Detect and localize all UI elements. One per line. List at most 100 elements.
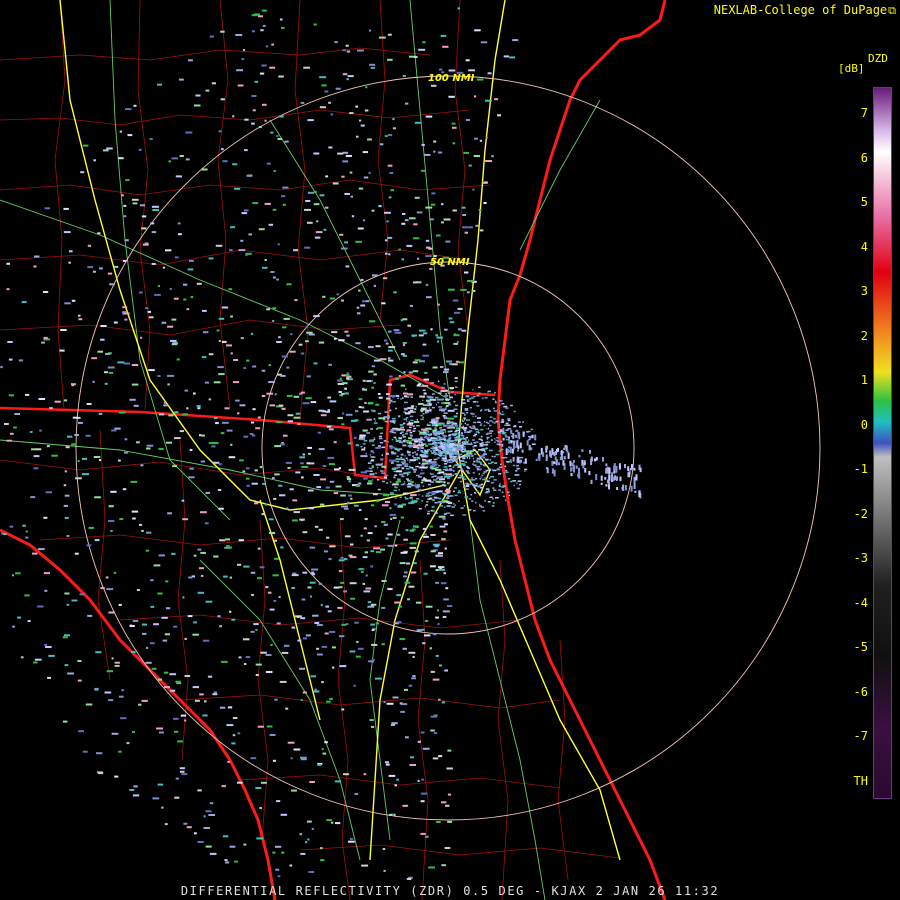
echo-pixel [99,267,103,270]
echo-pixel [197,548,202,551]
echo-pixel [397,466,401,469]
echo-pixel [444,458,447,461]
echo-pixel [326,536,330,539]
echo-pixel [388,346,396,349]
echo-pixel [438,755,443,758]
echo-pixel [396,778,399,781]
echo-pixel [434,502,437,504]
echo-pixel [390,492,394,494]
echo-pixel [274,539,277,542]
echo-pixel [371,444,375,446]
echo-pixel [326,425,332,428]
echo-pixel [427,449,431,451]
echo-pixel [410,405,415,408]
echo-pixel [405,417,409,419]
echo-pixel [201,356,207,359]
echo-pixel [33,467,39,470]
echo-pixel [461,433,464,435]
echo-pixel [449,421,454,424]
echo-pixel [38,548,45,551]
echo-pixel [369,460,371,463]
echo-pixel [449,469,453,472]
echo-pixel [403,392,408,395]
echo-pixel [251,95,257,97]
echo-pixel [356,306,360,309]
echo-pixel [325,486,330,489]
echo-pixel [34,658,42,661]
echo-pixel [495,420,498,423]
echo-pixel [276,341,282,343]
echo-pixel [435,417,440,420]
echo-pixel [454,442,456,444]
echo-pixel [493,479,497,481]
echo-pixel [349,171,353,174]
echo-pixel [181,773,188,776]
echo-pixel [455,430,457,432]
echo-pixel [477,392,481,395]
echo-pixel [43,572,50,575]
echo-pixel [443,475,451,478]
echo-pixel [363,410,369,413]
credit-link[interactable]: NEXLAB-College of DuPage⧉ [714,3,896,18]
echo-pixel [189,449,193,451]
echo-pixel [492,498,494,500]
echo-pixel [6,439,12,442]
echo-pixel [429,218,434,221]
echo-pixel [385,252,388,255]
echo-pixel [213,381,221,384]
echo-pixel [462,402,466,404]
echo-pixel [396,460,400,463]
echo-pixel [464,427,467,429]
echo-pixel [367,138,372,141]
echo-pixel [129,789,135,791]
echo-pixel [253,623,259,626]
echo-pixel [401,458,405,461]
echo-pixel [307,119,314,122]
echo-pixel [410,494,417,497]
echo-pixel [254,469,258,472]
echo-pixel [250,757,257,760]
echo-pixel [583,462,586,466]
echo-pixel [341,423,345,426]
echo-pixel [318,409,325,412]
echo-pixel [431,476,434,478]
echo-pixel [364,109,369,112]
echo-pixel [324,206,329,209]
echo-pixel [412,675,416,677]
echo-pixel [469,457,471,459]
echo-pixel [186,308,190,311]
echo-pixel [431,452,434,455]
echo-pixel [389,459,396,462]
external-link-icon: ⧉ [888,4,896,17]
echo-pixel [465,395,467,397]
echo-pixel [447,430,451,433]
echo-pixel [484,421,485,423]
echo-pixel [450,495,454,497]
echo-pixel [30,431,33,433]
echo-pixel [412,237,420,240]
echo-pixel [448,450,451,453]
echo-pixel [460,434,463,437]
echo-pixel [424,533,427,536]
echo-pixel [402,397,404,399]
echo-pixel [141,215,147,218]
echo-pixel [486,436,490,439]
echo-pixel [496,468,501,471]
echo-pixel [411,455,415,457]
echo-pixel [133,785,138,788]
echo-pixel [404,688,408,691]
echo-pixel [491,505,495,507]
echo-pixel [243,435,249,438]
echo-pixel [444,453,447,456]
echo-pixel [261,513,265,516]
echo-pixel [234,187,241,190]
echo-pixel [443,437,446,439]
echo-pixel [211,442,219,445]
echo-pixel [455,412,458,415]
echo-pixel [394,486,398,489]
echo-pixel [409,542,417,545]
echo-pixel [498,473,500,475]
echo-pixel [378,437,383,440]
echo-pixel [312,573,316,576]
echo-pixel [370,456,375,458]
